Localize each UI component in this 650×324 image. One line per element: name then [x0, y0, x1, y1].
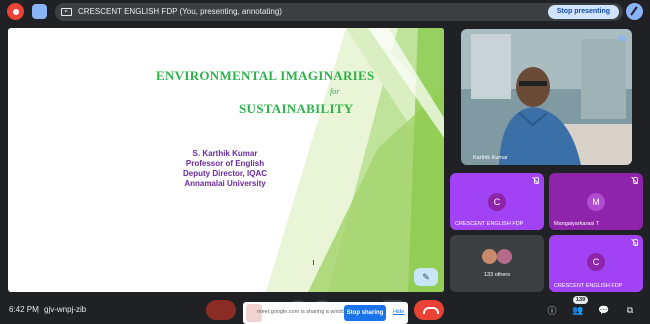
top-bar: CRESCENT ENGLISH FDP (You, presenting, a… — [0, 0, 650, 24]
separator: | — [37, 305, 40, 314]
author-institution: Annamalai University — [184, 179, 266, 188]
participant-name: CRESCENT ENGLISH FDP — [554, 283, 623, 289]
speaker-video-tile[interactable]: Karthik Kumar ▮▮ — [461, 29, 632, 165]
participant-tile[interactable]: M Mangaiyarkarasi T — [549, 173, 643, 230]
participant-tile[interactable]: C CRESCENT ENGLISH FDP — [450, 173, 544, 230]
stop-presenting-button[interactable]: Stop presenting — [547, 5, 619, 19]
mouse-cursor-icon — [313, 260, 316, 265]
speaker-video — [461, 29, 632, 165]
present-icon — [61, 8, 72, 16]
annotation-tools-button[interactable]: ✎ — [414, 268, 438, 286]
slide-title-line2: SUSTAINABILITY — [239, 101, 354, 116]
participant-count-badge: 139 — [573, 296, 589, 304]
meeting-code: gjv-wnpj-zib — [44, 305, 87, 314]
mic-off-icon — [632, 177, 638, 184]
presenting-title: CRESCENT ENGLISH FDP (You, presenting, a… — [78, 7, 282, 16]
stop-sharing-button[interactable]: Stop sharing — [344, 305, 386, 321]
author-name: S. Karthik Kumar — [192, 149, 258, 158]
annotate-icon[interactable] — [626, 3, 643, 20]
avatar: C — [587, 253, 605, 271]
hide-link[interactable]: Hide — [393, 309, 404, 315]
participant-name: CRESCENT ENGLISH FDP — [455, 221, 524, 227]
author-position: Professor of English — [185, 159, 265, 168]
chat-icon[interactable]: 💬 — [597, 303, 611, 317]
clock-time: 6:42 PM — [9, 305, 39, 314]
sharing-notification: meet.google.com is sharing a window. Sto… — [243, 302, 408, 324]
participant-tile[interactable]: C CRESCENT ENGLISH FDP — [549, 235, 643, 292]
mic-off-icon — [533, 177, 539, 184]
avatar — [497, 249, 512, 264]
presenting-banner: CRESCENT ENGLISH FDP (You, presenting, a… — [55, 3, 623, 21]
activities-icon[interactable]: ⧉ — [623, 303, 637, 317]
speaker-name-label: Karthik Kumar — [473, 155, 508, 161]
record-icon[interactable] — [7, 3, 24, 20]
slide-author-block: S. Karthik Kumar Professor of English De… — [166, 149, 284, 189]
speaking-indicator-icon: ▮▮ — [618, 35, 626, 42]
info-icon[interactable]: ⓘ — [545, 303, 559, 317]
slide-title-line1: ENVIRONMENTAL IMAGINARIES — [156, 68, 375, 83]
presentation-slide: ENVIRONMENTAL IMAGINARIES for SUSTAINABI… — [8, 28, 444, 292]
edit-icon[interactable] — [32, 4, 47, 19]
participant-name: Mangaiyarkarasi T — [554, 221, 600, 227]
others-count-label: 133 others — [484, 272, 510, 278]
others-tile[interactable]: 133 others — [450, 235, 544, 292]
mic-off-icon — [632, 239, 638, 246]
author-role: Deputy Director, IQAC — [182, 169, 267, 178]
avatar: M — [587, 193, 605, 211]
pen-icon: ✎ — [422, 271, 430, 282]
people-icon[interactable]: 👥 — [571, 303, 585, 317]
mic-toggle-button[interactable] — [206, 300, 236, 320]
leave-call-button[interactable] — [414, 300, 444, 320]
sharing-notice-text: meet.google.com is sharing a window. — [257, 309, 350, 315]
avatar: C — [488, 193, 506, 211]
avatar — [482, 249, 497, 264]
slide-title-for: for — [330, 87, 340, 96]
